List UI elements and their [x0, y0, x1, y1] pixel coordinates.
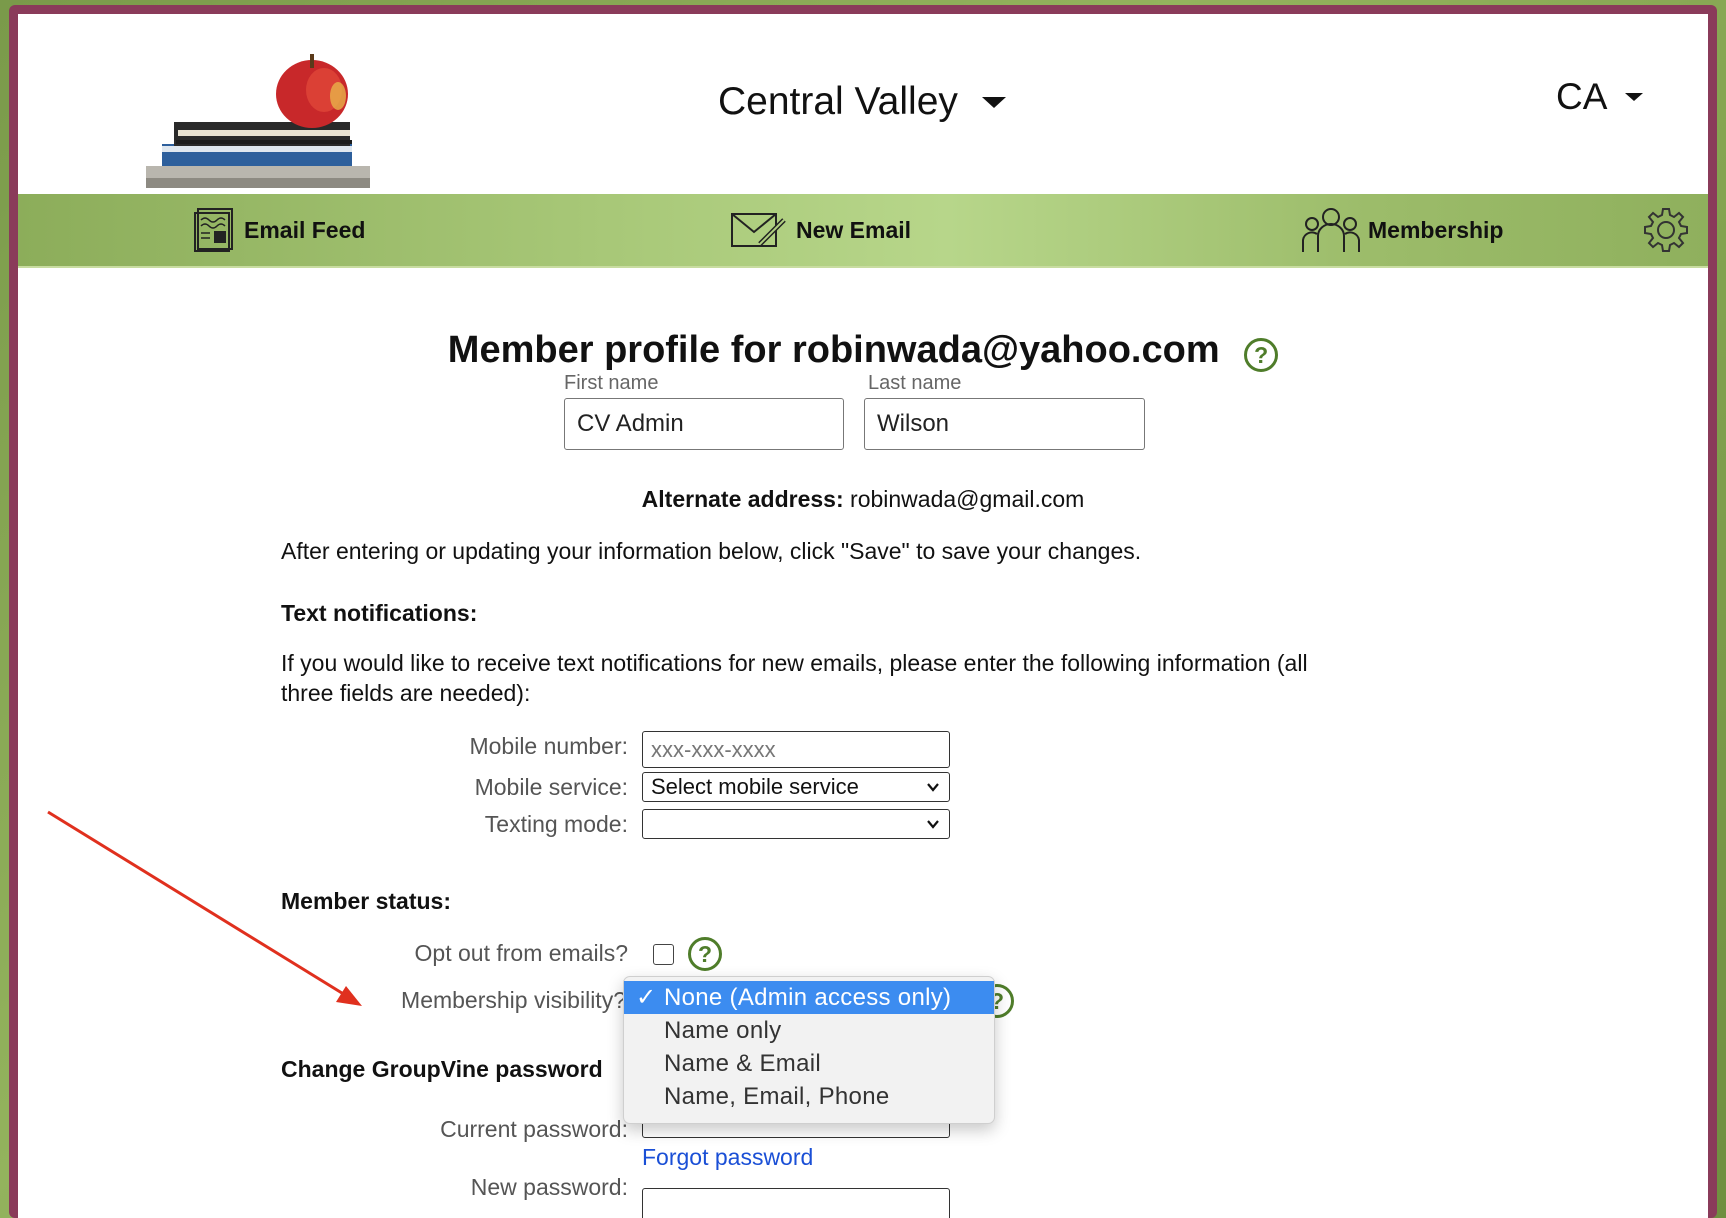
description-line-1: If you would like to receive text notifi…: [281, 650, 1308, 676]
chevron-down-icon: [927, 783, 939, 792]
nav-email-feed[interactable]: Email Feed: [194, 194, 365, 266]
site-switcher[interactable]: Central Valley: [718, 80, 1006, 124]
nav-new-email-label: New Email: [796, 216, 912, 243]
description-line-2: three fields are needed):: [281, 680, 531, 706]
first-name-input[interactable]: CV Admin: [564, 398, 844, 450]
alternate-address-value: robinwada@gmail.com: [850, 486, 1085, 512]
nav-membership[interactable]: Membership: [1302, 194, 1503, 266]
main-nav: Email Feed New Email Membership: [18, 194, 1708, 268]
instructions-text: After entering or updating your informat…: [281, 538, 1142, 564]
profile-title-row: Member profile for robinwada@yahoo.com ?: [18, 329, 1708, 373]
texting-mode-select[interactable]: [642, 809, 950, 839]
new-password-input[interactable]: [642, 1188, 950, 1218]
nav-new-email[interactable]: New Email: [730, 194, 911, 266]
help-button[interactable]: ?: [1244, 330, 1279, 373]
first-name-label: First name: [564, 372, 659, 394]
text-notifications-description: If you would like to receive text notifi…: [281, 648, 1308, 708]
visibility-dropdown-menu: ✓ None (Admin access only) Name only Nam…: [623, 976, 995, 1124]
visibility-option[interactable]: ✓ None (Admin access only): [624, 981, 994, 1014]
new-password-label: New password:: [470, 1174, 628, 1200]
newspaper-icon: [194, 208, 233, 252]
site-name: Central Valley: [718, 80, 958, 123]
visibility-option[interactable]: Name only: [624, 1014, 994, 1047]
chevron-down-icon: [927, 820, 939, 829]
opt-out-checkbox[interactable]: [653, 944, 674, 965]
nav-membership-label: Membership: [1368, 216, 1504, 243]
checkmark-icon: ✓: [636, 984, 657, 1011]
state-switcher[interactable]: CA: [1556, 76, 1644, 118]
help-icon[interactable]: ?: [688, 937, 722, 971]
caret-down-icon: [1625, 93, 1644, 101]
current-password-label: Current password:: [440, 1116, 628, 1142]
caret-down-icon: [981, 96, 1006, 108]
last-name-label: Last name: [868, 372, 962, 394]
alternate-address-label: Alternate address:: [641, 486, 844, 512]
page: Central Valley CA Email Feed New Email M…: [18, 14, 1708, 1218]
texting-mode-label: Texting mode:: [484, 811, 628, 837]
mobile-service-select[interactable]: Select mobile service: [642, 772, 950, 802]
mobile-service-value: Select mobile service: [651, 774, 859, 799]
mobile-number-label: Mobile number:: [469, 733, 628, 759]
change-password-heading: Change GroupVine password: [281, 1056, 603, 1082]
visibility-label: Membership visibility?: [401, 987, 626, 1013]
nav-email-feed-label: Email Feed: [244, 216, 366, 243]
forgot-password-link[interactable]: Forgot password: [642, 1144, 813, 1171]
help-icon: ?: [1244, 338, 1279, 373]
gear-icon[interactable]: [1642, 206, 1690, 254]
group-people-icon: [1302, 208, 1360, 252]
member-status-heading: Member status:: [281, 888, 451, 914]
opt-out-label: Opt out from emails?: [414, 940, 628, 966]
visibility-option[interactable]: Name, Email, Phone: [624, 1080, 994, 1113]
envelope-pencil-icon: [731, 213, 786, 247]
mobile-number-input[interactable]: xxx-xxx-xxxx: [642, 731, 950, 768]
mobile-service-label: Mobile service:: [474, 774, 628, 800]
state-label: CA: [1556, 76, 1608, 117]
last-name-input[interactable]: Wilson: [864, 398, 1145, 450]
page-title: Member profile for robinwada@yahoo.com: [447, 329, 1220, 371]
books-apple-logo: [146, 54, 370, 188]
text-notifications-heading: Text notifications:: [281, 600, 478, 626]
visibility-option[interactable]: Name & Email: [624, 1047, 994, 1080]
alternate-address: Alternate address: robinwada@gmail.com: [18, 486, 1708, 513]
